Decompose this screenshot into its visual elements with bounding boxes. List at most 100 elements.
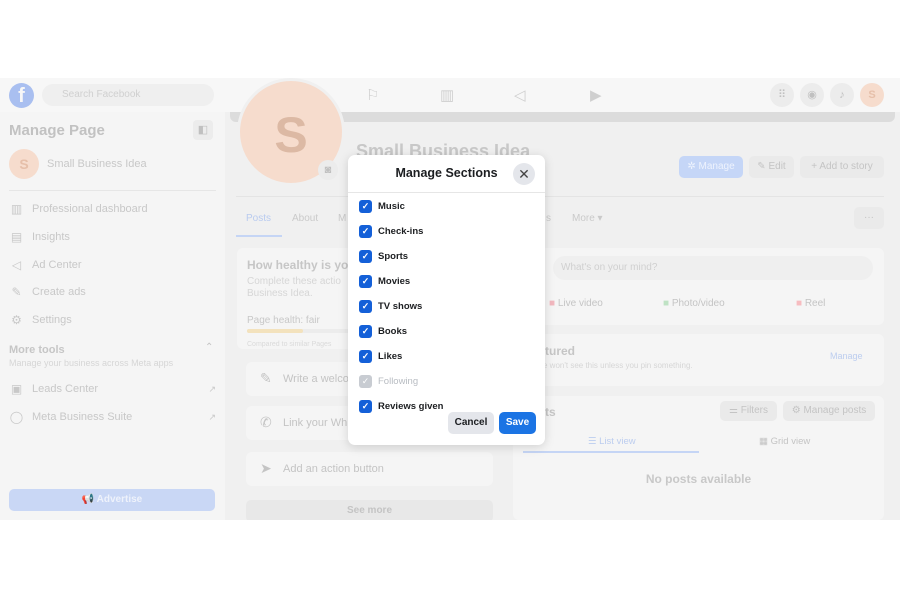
reel-icon: ■ bbox=[796, 298, 803, 309]
featured-card: tured e won't see this unless you pin so… bbox=[513, 334, 884, 386]
option-label: TV shows bbox=[378, 301, 423, 312]
divider bbox=[348, 192, 545, 193]
active-tab-indicator bbox=[236, 235, 282, 237]
edit-icon: ✎ bbox=[11, 285, 22, 299]
health-compare: Compared to similar Pages bbox=[247, 341, 332, 348]
tool-meta-business-suite[interactable]: ◯ Meta Business Suite ↗ bbox=[9, 410, 216, 424]
reel-button[interactable]: ■ Reel bbox=[796, 298, 825, 309]
photo-icon: ■ bbox=[663, 298, 670, 309]
account-avatar[interactable]: S bbox=[860, 83, 884, 107]
option-label: Check-ins bbox=[378, 226, 424, 237]
no-posts-message: No posts available bbox=[645, 472, 752, 486]
option-label: Movies bbox=[378, 276, 411, 287]
checkbox[interactable]: ✓ bbox=[359, 350, 372, 363]
messenger-icon[interactable]: ◉ bbox=[800, 83, 824, 107]
option-label: Music bbox=[378, 201, 405, 212]
active-view-indicator bbox=[523, 451, 699, 453]
health-status: Page health: fair bbox=[247, 315, 320, 326]
section-option-tv-shows[interactable]: ✓ TV shows bbox=[359, 300, 422, 313]
option-label: Sports bbox=[378, 251, 409, 262]
option-label: Likes bbox=[378, 351, 403, 362]
tab-s[interactable]: s bbox=[546, 213, 551, 224]
camera-icon[interactable]: ◙ bbox=[318, 160, 338, 180]
save-button[interactable]: Save bbox=[499, 412, 536, 434]
section-option-sports[interactable]: ✓ Sports bbox=[359, 250, 408, 263]
tool-leads-center[interactable]: ▣ Leads Center ↗ bbox=[9, 382, 216, 396]
chart-icon[interactable]: ▥ bbox=[440, 86, 454, 104]
sidebar-item-professional-dashboard[interactable]: ▥ Professional dashboard bbox=[9, 202, 148, 216]
video-icon[interactable]: ▶ bbox=[590, 86, 602, 104]
section-option-books[interactable]: ✓ Books bbox=[359, 325, 407, 338]
dashboard-icon: ▥ bbox=[10, 202, 23, 216]
flag-icon[interactable]: ⚐ bbox=[366, 86, 379, 104]
sidebar-item-insights[interactable]: ▤ Insights bbox=[9, 230, 70, 244]
edit-icon: ✎ bbox=[260, 370, 272, 386]
external-link-icon: ↗ bbox=[208, 411, 216, 422]
checkbox: ✓ bbox=[359, 375, 372, 388]
featured-manage-link[interactable]: Manage bbox=[830, 351, 863, 361]
section-option-music[interactable]: ✓ Music bbox=[359, 200, 405, 213]
checkbox[interactable]: ✓ bbox=[359, 325, 372, 338]
chevron-up-icon[interactable]: ⌃ bbox=[205, 342, 213, 353]
composer-input[interactable]: What's on your mind? bbox=[553, 256, 873, 280]
more-options-button[interactable]: ··· bbox=[854, 207, 884, 229]
posts-card: ts ⚌ Filters ⚙ Manage posts ☰ List view … bbox=[513, 396, 884, 520]
photo-video-button[interactable]: ■ Photo/video bbox=[663, 298, 725, 309]
add-to-story-button[interactable]: + Add to story bbox=[800, 156, 884, 178]
section-option-following: ✓ Following bbox=[359, 375, 418, 388]
collapse-icon[interactable]: ◧ bbox=[193, 120, 213, 140]
live-video-icon: ■ bbox=[549, 298, 556, 309]
bell-icon[interactable]: ♪ bbox=[830, 83, 854, 107]
manage-button[interactable]: ✲ Manage bbox=[679, 156, 743, 178]
divider bbox=[9, 190, 216, 191]
checkbox[interactable]: ✓ bbox=[359, 300, 372, 313]
health-title: How healthy is yo bbox=[247, 258, 349, 272]
tab-posts[interactable]: Posts bbox=[246, 213, 271, 224]
option-label: Reviews given bbox=[378, 401, 444, 412]
page-name[interactable]: Small Business Idea bbox=[47, 158, 147, 170]
tab-m[interactable]: M bbox=[338, 213, 346, 224]
manage-sections-dialog: Manage Sections ✕ ✓ Music ✓ Check-ins ✓ Sport… bbox=[348, 155, 545, 445]
grid-view-tab[interactable]: ▦ Grid view bbox=[759, 436, 810, 447]
list-view-tab[interactable]: ☰ List view bbox=[588, 436, 636, 447]
health-desc: Complete these actio bbox=[247, 276, 341, 287]
facebook-logo[interactable]: f bbox=[9, 83, 34, 108]
more-tools-subtitle: Manage your business across Meta apps bbox=[9, 358, 174, 368]
section-option-movies[interactable]: ✓ Movies bbox=[359, 275, 410, 288]
option-label: Books bbox=[378, 326, 408, 337]
leads-icon: ▣ bbox=[10, 382, 23, 396]
close-icon[interactable]: ✕ bbox=[513, 163, 535, 185]
checkbox[interactable]: ✓ bbox=[359, 200, 372, 213]
live-video-button[interactable]: ■ Live video bbox=[549, 298, 603, 309]
health-desc-2: Business Idea. bbox=[247, 288, 313, 299]
action-add-button[interactable]: ➤ Add an action button bbox=[246, 452, 493, 486]
section-option-likes[interactable]: ✓ Likes bbox=[359, 350, 402, 363]
see-more-button[interactable]: See more bbox=[246, 500, 493, 520]
menu-grid-icon[interactable]: ⠿ bbox=[770, 83, 794, 107]
section-option-reviews-given[interactable]: ✓ Reviews given bbox=[359, 400, 443, 413]
edit-button[interactable]: ✎ Edit bbox=[749, 156, 794, 178]
sidebar-item-ad-center[interactable]: ◁ Ad Center bbox=[9, 258, 82, 272]
search-input[interactable]: Search Facebook bbox=[42, 84, 214, 106]
tab-more[interactable]: More ▾ bbox=[572, 213, 603, 224]
checkbox[interactable]: ✓ bbox=[359, 400, 372, 413]
whatsapp-icon: ✆ bbox=[260, 414, 272, 430]
manage-posts-button[interactable]: ⚙ Manage posts bbox=[783, 401, 875, 421]
sidebar-item-settings[interactable]: ⚙ Settings bbox=[9, 313, 72, 327]
option-label: Following bbox=[378, 376, 419, 387]
insights-icon: ▤ bbox=[10, 230, 23, 244]
top-bar: f Search Facebook ⌂ ⚐ ▥ ◁ ▶ ⠿ ◉ ♪ S bbox=[0, 78, 900, 112]
megaphone-icon[interactable]: ◁ bbox=[514, 86, 526, 104]
sidebar-title: Manage Page bbox=[9, 122, 105, 139]
checkbox[interactable]: ✓ bbox=[359, 225, 372, 238]
gear-icon: ⚙ bbox=[11, 313, 22, 327]
tab-about[interactable]: About bbox=[292, 213, 318, 224]
checkbox[interactable]: ✓ bbox=[359, 275, 372, 288]
filters-button[interactable]: ⚌ Filters bbox=[720, 401, 777, 421]
sidebar-item-create-ads[interactable]: ✎ Create ads bbox=[9, 285, 85, 299]
checkbox[interactable]: ✓ bbox=[359, 250, 372, 263]
advertise-button[interactable]: 📢 Advertise bbox=[9, 489, 215, 511]
cancel-button[interactable]: Cancel bbox=[448, 412, 494, 434]
megaphone-icon: ◁ bbox=[11, 258, 22, 272]
section-option-check-ins[interactable]: ✓ Check-ins bbox=[359, 225, 423, 238]
